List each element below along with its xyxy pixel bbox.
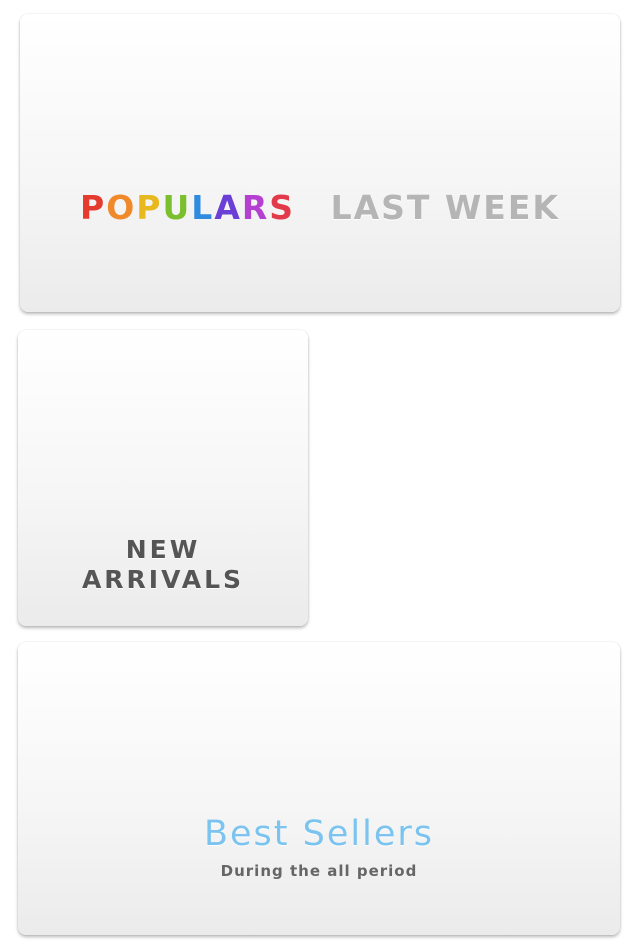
best-sellers-card[interactable]: Best Sellers During the all period	[18, 642, 620, 935]
populars-rainbow-word: POPULARS	[80, 188, 309, 227]
populars-title: POPULARS LAST WEEK	[20, 190, 620, 226]
populars-letter: P	[136, 188, 163, 227]
populars-letter: P	[80, 188, 107, 227]
populars-letter: O	[106, 188, 137, 227]
populars-letter: S	[269, 188, 296, 227]
best-sellers-title: Best Sellers	[204, 814, 434, 854]
last-week-label: LAST WEEK	[330, 188, 560, 227]
populars-letter: L	[191, 188, 215, 227]
best-sellers-subtitle: During the all period	[220, 862, 418, 880]
populars-letter: R	[241, 188, 270, 227]
new-arrivals-card[interactable]: NEW ARRIVALS	[18, 330, 308, 626]
populars-last-week-card[interactable]: POPULARS LAST WEEK	[20, 14, 620, 312]
populars-letter: U	[162, 188, 192, 227]
new-arrivals-line2: ARRIVALS	[81, 565, 245, 594]
new-arrivals-title: NEW ARRIVALS	[18, 535, 308, 595]
populars-letter: A	[214, 188, 242, 227]
new-arrivals-line1: NEW	[125, 535, 201, 564]
